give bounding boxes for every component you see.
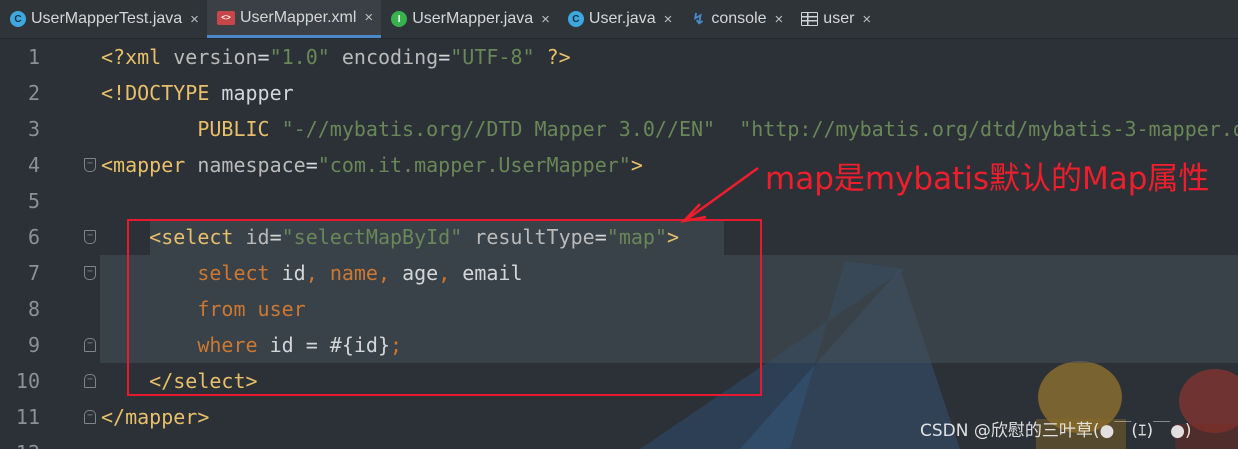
code-editor[interactable]: 1 2 3 4 5 6 7 8 9 10 11 12 − − − − − − <… bbox=[0, 39, 1238, 449]
close-icon[interactable]: × bbox=[862, 11, 871, 28]
table-icon bbox=[801, 12, 819, 26]
tab-console[interactable]: ↯ console × bbox=[680, 0, 791, 38]
fold-open-icon[interactable]: − bbox=[84, 158, 96, 172]
close-icon[interactable]: × bbox=[664, 11, 673, 28]
close-icon[interactable]: × bbox=[364, 9, 373, 26]
token: = bbox=[305, 153, 318, 177]
tab-user-java[interactable]: C User.java × bbox=[558, 0, 680, 38]
line-number: 2 bbox=[27, 81, 40, 105]
token: "1.0" bbox=[269, 45, 330, 69]
console-icon: ↯ bbox=[692, 11, 705, 28]
tab-label: console bbox=[711, 10, 767, 27]
xml-file-icon: <> bbox=[216, 10, 235, 25]
line-number: 1 bbox=[27, 45, 40, 69]
tab-usermapper-java[interactable]: I UserMapper.java × bbox=[381, 0, 558, 38]
fold-open-icon[interactable]: − bbox=[84, 266, 96, 280]
line-number: 8 bbox=[27, 297, 40, 321]
token: <!DOCTYPE bbox=[101, 81, 222, 105]
line-number: 10 bbox=[15, 369, 40, 393]
line-number: 12 bbox=[0, 435, 40, 449]
line-number: 11 bbox=[15, 405, 40, 429]
fold-open-icon[interactable]: − bbox=[84, 230, 96, 244]
token: "com.it.mapper.UserMapper" bbox=[317, 153, 631, 177]
tab-label: UserMapper.xml bbox=[239, 8, 357, 26]
token: <?xml bbox=[101, 45, 174, 69]
token: version bbox=[173, 45, 258, 69]
line-number: 5 bbox=[27, 189, 40, 213]
tab-label: UserMapper.java bbox=[412, 10, 534, 27]
line-number: 4 bbox=[27, 153, 40, 177]
token: mapper bbox=[221, 81, 294, 105]
interface-i-icon: I bbox=[391, 11, 408, 27]
fold-close-icon[interactable]: − bbox=[84, 410, 96, 424]
tab-usermappertest-java[interactable]: C UserMapperTest.java × bbox=[0, 0, 207, 38]
line-number: 3 bbox=[27, 117, 40, 141]
code-line-11: </mapper> bbox=[101, 399, 209, 435]
token: </mapper> bbox=[101, 405, 210, 429]
highlight-box bbox=[127, 219, 762, 396]
close-icon[interactable]: × bbox=[541, 11, 550, 28]
token: "-//mybatis.org//DTD Mapper 3.0//EN" bbox=[281, 117, 716, 141]
tab-label: user bbox=[823, 10, 855, 27]
code-line-1: <?xml version="1.0" encoding="UTF-8" ?> bbox=[101, 39, 571, 75]
watermark-text: CSDN @欣慰的三叶草(●￣(ｴ)￣●) bbox=[920, 421, 1192, 441]
tab-user-table[interactable]: user × bbox=[791, 0, 879, 38]
fold-close-icon[interactable]: − bbox=[84, 338, 96, 352]
class-c-icon: C bbox=[10, 11, 26, 27]
annotation-text: map是mybatis默认的Map属性 bbox=[765, 161, 1210, 197]
fold-close-icon[interactable]: − bbox=[84, 374, 96, 388]
token: = bbox=[257, 45, 270, 69]
code-line-3: PUBLIC "-//mybatis.org//DTD Mapper 3.0//… bbox=[101, 111, 1238, 147]
token: "http://mybatis.org/dtd/mybatis-3-mapper… bbox=[739, 117, 1238, 141]
token: "UTF-8" bbox=[450, 45, 535, 69]
token: <mapper bbox=[101, 153, 198, 177]
token: ?> bbox=[534, 45, 571, 69]
token: PUBLIC bbox=[197, 117, 282, 141]
token: encoding bbox=[341, 45, 439, 69]
line-number-gutter: 1 2 3 4 5 6 7 8 9 10 11 12 − − − − − − bbox=[0, 39, 100, 449]
code-line-4: <mapper namespace="com.it.mapper.UserMap… bbox=[101, 147, 643, 183]
close-icon[interactable]: × bbox=[775, 11, 784, 28]
tab-usermapper-xml[interactable]: <> UserMapper.xml × bbox=[206, 0, 382, 38]
class-c-icon: C bbox=[567, 11, 584, 27]
token: = bbox=[438, 45, 451, 69]
line-number: 9 bbox=[27, 333, 40, 357]
close-icon[interactable]: × bbox=[190, 11, 199, 28]
token: namespace bbox=[197, 153, 306, 177]
line-number: 7 bbox=[27, 261, 40, 285]
tab-label: UserMapperTest.java bbox=[31, 10, 183, 27]
editor-tab-bar: C UserMapperTest.java × <> UserMapper.xm… bbox=[0, 0, 1238, 39]
line-number: 6 bbox=[27, 225, 40, 249]
token: > bbox=[630, 153, 643, 177]
tab-label: User.java bbox=[588, 10, 656, 27]
code-line-2: <!DOCTYPE mapper bbox=[101, 75, 294, 111]
